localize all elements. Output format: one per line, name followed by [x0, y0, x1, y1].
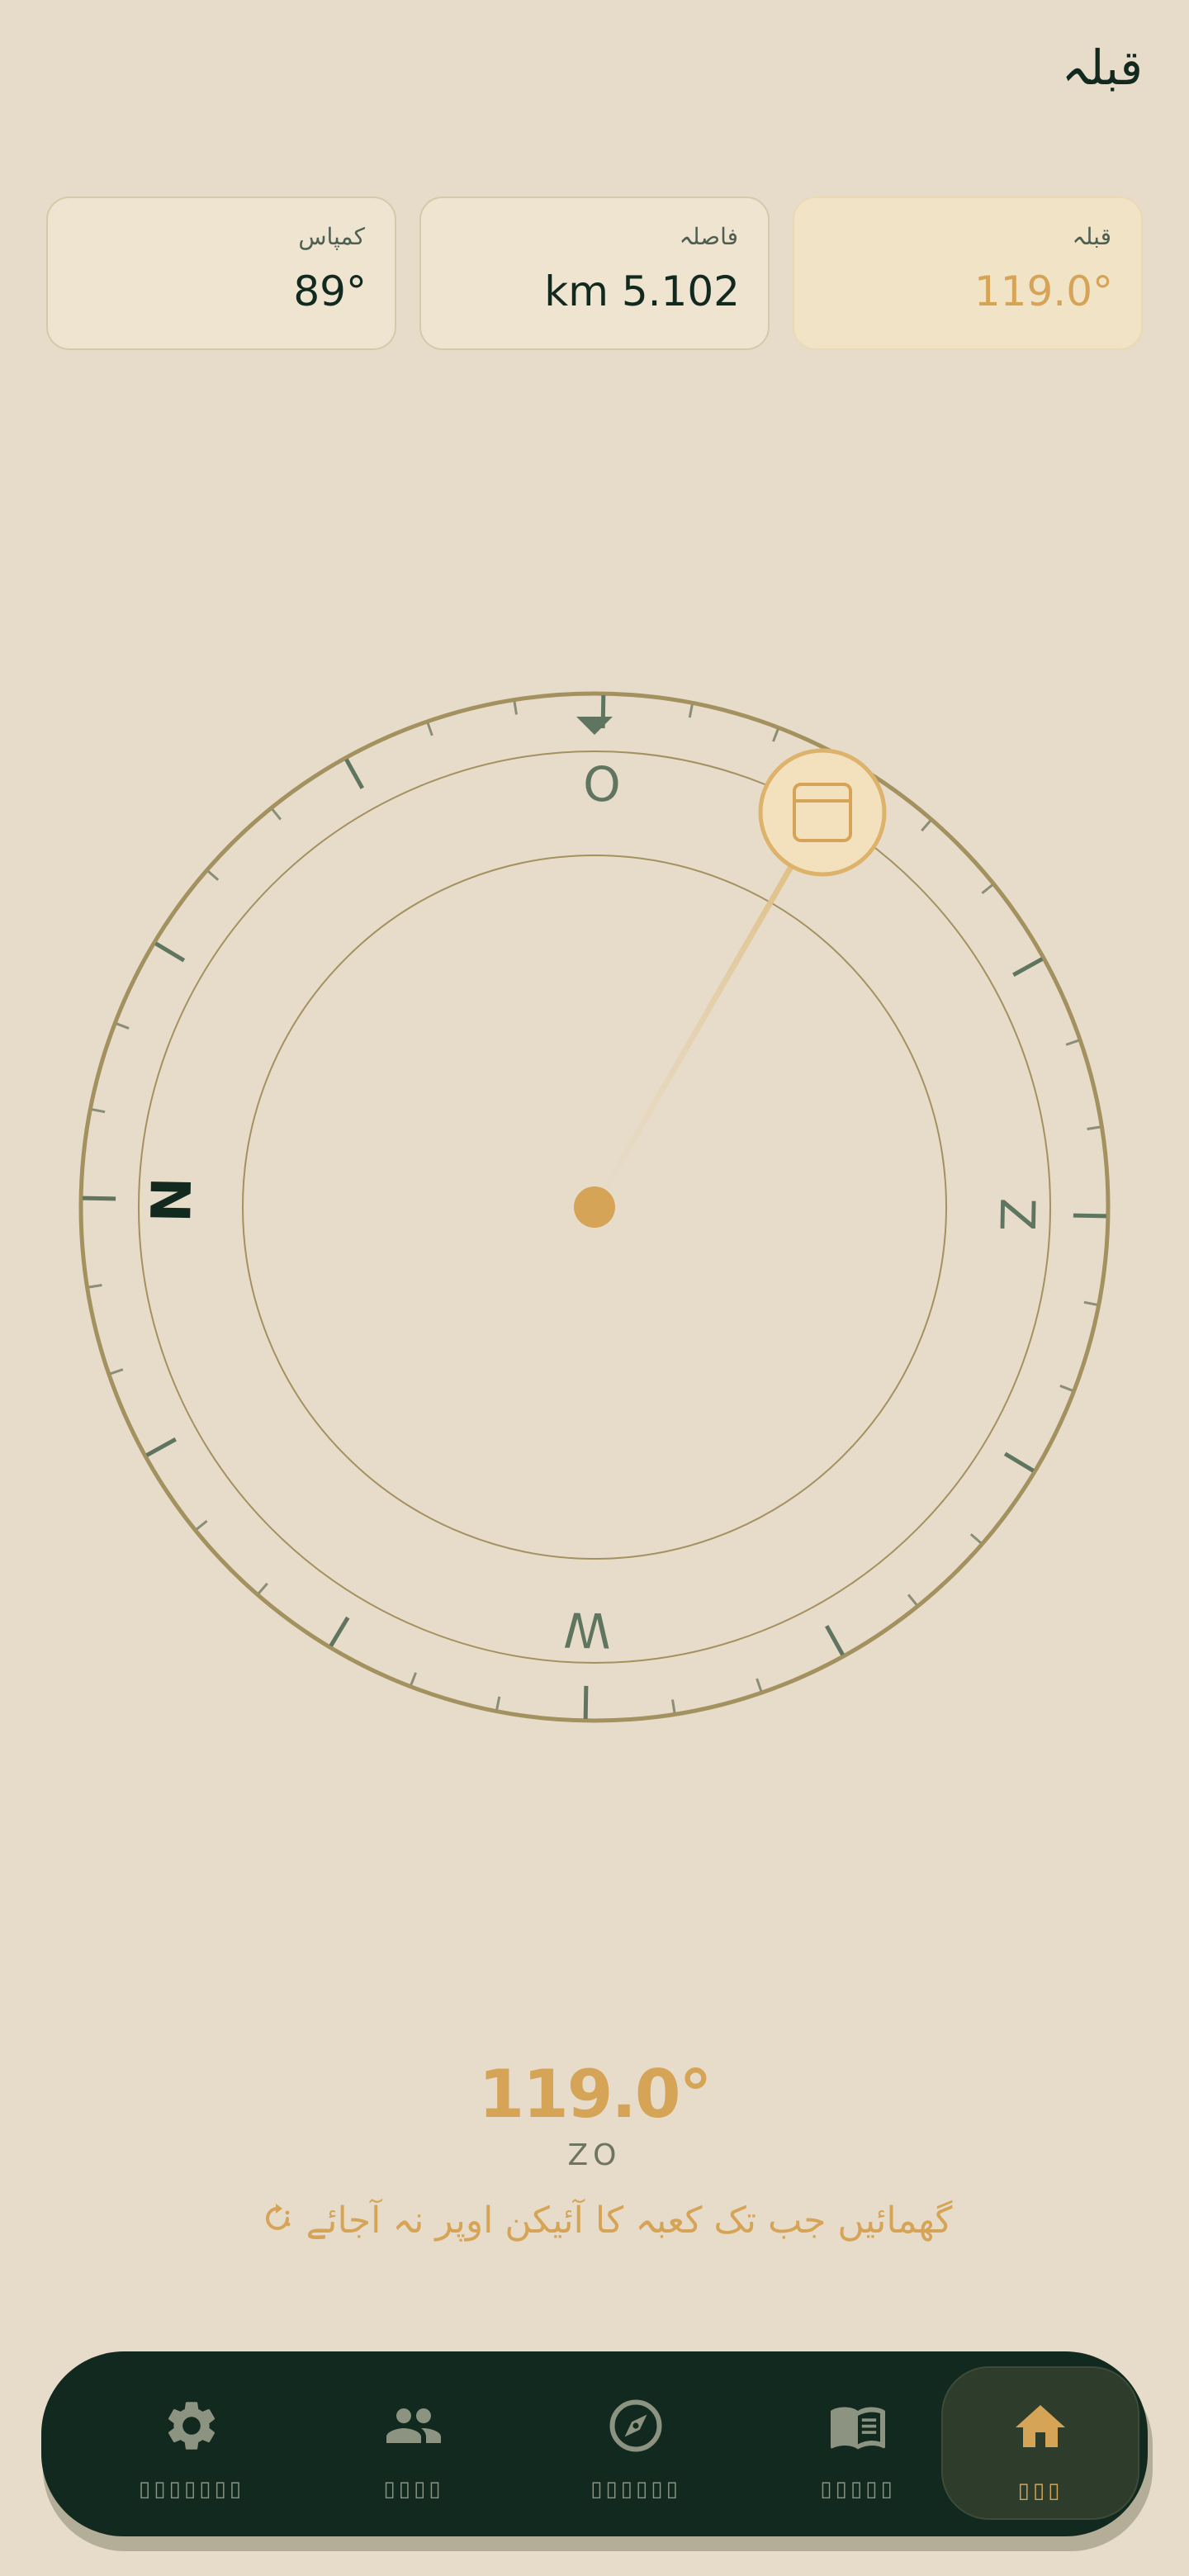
- rotation-hint-text: گھمائیں جب تک کعبہ کا آئیکن اوپر نہ آجائ…: [306, 2200, 953, 2242]
- book-icon: [827, 2396, 889, 2459]
- minor-tick: [271, 808, 282, 821]
- compass-card: کمپاس 89°: [46, 197, 396, 350]
- minor-tick: [495, 1696, 501, 1710]
- gear-icon: [162, 2396, 221, 2459]
- distance-card-value: km 5.102: [544, 268, 740, 315]
- compass-center-dot: [574, 1186, 615, 1228]
- kaaba-marker[interactable]: [758, 748, 887, 877]
- cardinal-south: Z: [989, 1197, 1046, 1231]
- qibla-needle: [591, 849, 803, 1210]
- compass-svg: N O Z W: [78, 691, 1111, 1723]
- minor-tick: [1059, 1385, 1073, 1392]
- major-tick: [1003, 1451, 1035, 1473]
- direction-code: ZO: [567, 2138, 622, 2172]
- minor-tick: [207, 870, 220, 881]
- nav-label-qibla: ▯▯▯▯▯▯: [590, 2477, 681, 2502]
- nav-item-home[interactable]: ▯▯▯: [941, 2366, 1139, 2520]
- bottom-nav: ▯▯▯▯▯▯▯ ▯▯▯▯ ▯▯▯▯▯▯ ▯▯▯▯▯ ▯▯▯: [41, 2351, 1148, 2536]
- compass-card-value: 89°: [293, 268, 367, 315]
- minor-tick: [921, 820, 931, 832]
- compass-icon: [606, 2396, 666, 2459]
- minor-tick: [426, 722, 433, 736]
- nav-label-home: ▯▯▯: [1017, 2479, 1063, 2503]
- people-icon: [384, 2396, 443, 2459]
- minor-tick: [1065, 1039, 1079, 1046]
- minor-tick: [981, 883, 993, 895]
- cardinal-north: N: [140, 1177, 204, 1224]
- cardinal-west: W: [563, 1601, 612, 1658]
- qibla-card-label: قبلہ: [1072, 223, 1111, 250]
- heading-marker-icon: [576, 717, 613, 735]
- major-tick: [344, 758, 364, 789]
- minor-tick: [1087, 1125, 1101, 1130]
- major-tick: [83, 1196, 116, 1201]
- rotation-hint: گھمائیں جب تک کعبہ کا آئیکن اوپر نہ آجائ…: [0, 2200, 1189, 2244]
- major-tick: [583, 1685, 589, 1719]
- nav-label-settings: ▯▯▯▯▯▯▯: [138, 2477, 245, 2502]
- nav-label-community: ▯▯▯▯: [383, 2477, 444, 2502]
- minor-tick: [116, 1022, 130, 1030]
- minor-tick: [969, 1533, 982, 1544]
- major-tick: [329, 1616, 350, 1647]
- minor-tick: [410, 1672, 417, 1686]
- nav-item-quran[interactable]: ▯▯▯▯▯: [759, 2366, 957, 2520]
- minor-tick: [258, 1582, 268, 1594]
- compass-dial[interactable]: N O Z W: [78, 690, 1111, 1724]
- minor-tick: [92, 1108, 106, 1114]
- minor-tick: [772, 728, 779, 742]
- distance-card-label: فاصلہ: [679, 223, 738, 250]
- minor-tick: [88, 1284, 102, 1289]
- qibla-degree-readout: 119.0°: [478, 2056, 712, 2133]
- major-tick: [154, 941, 186, 963]
- page-title: قبلہ: [1061, 40, 1143, 96]
- compass-card-label: کمپاس: [298, 223, 365, 250]
- qibla-card: قبلہ 119.0°: [793, 197, 1143, 350]
- refresh-icon: [261, 2202, 294, 2244]
- qibla-card-value: 119.0°: [973, 268, 1113, 315]
- cardinal-east: O: [583, 756, 622, 813]
- minor-tick: [1083, 1300, 1097, 1306]
- nav-item-qibla[interactable]: ▯▯▯▯▯▯: [537, 2366, 735, 2520]
- distance-card: فاصلہ km 5.102: [419, 197, 770, 350]
- minor-tick: [756, 1678, 763, 1692]
- minor-tick: [110, 1368, 124, 1376]
- minor-tick: [907, 1593, 918, 1606]
- info-cards: کمپاس 89° فاصلہ km 5.102 قبلہ 119.0°: [46, 197, 1143, 350]
- major-tick: [1073, 1213, 1106, 1219]
- nav-item-settings[interactable]: ▯▯▯▯▯▯▯: [92, 2366, 291, 2520]
- major-tick: [825, 1625, 845, 1656]
- nav-item-community[interactable]: ▯▯▯▯: [315, 2366, 513, 2520]
- minor-tick: [671, 1699, 676, 1713]
- minor-tick: [196, 1519, 208, 1531]
- major-tick: [145, 1437, 177, 1457]
- minor-tick: [688, 704, 694, 718]
- nav-label-quran: ▯▯▯▯▯: [820, 2477, 896, 2502]
- major-tick: [1012, 957, 1044, 977]
- home-icon: [1011, 2398, 1070, 2460]
- minor-tick: [513, 701, 518, 715]
- kaaba-marker-bg: [758, 748, 887, 877]
